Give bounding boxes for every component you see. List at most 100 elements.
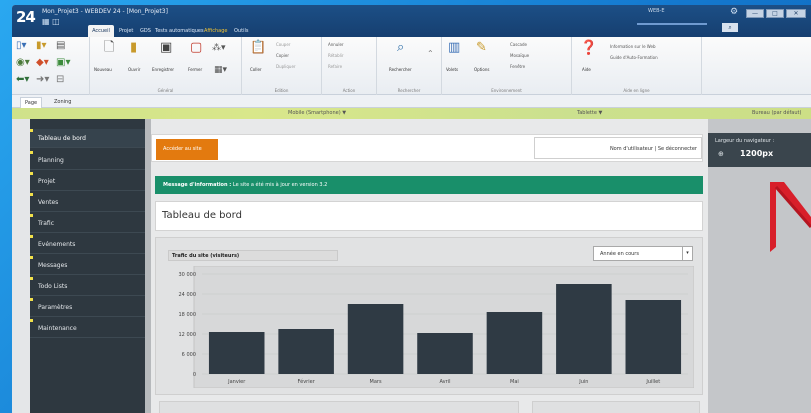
sidebar-item-parametres[interactable]: Paramètres <box>30 298 145 317</box>
y-tick-label: 30 000 <box>179 272 197 278</box>
chevron-down-icon[interactable]: ▾ <box>682 247 692 260</box>
save-icon[interactable]: ▣ <box>160 41 172 55</box>
period-select[interactable]: Année en cours ▾ <box>593 246 693 261</box>
x-tick-label: Mars <box>370 379 382 385</box>
sidebar-item-evenements[interactable]: Evénements <box>30 235 145 254</box>
shapes-icon[interactable]: ⁂▾ <box>212 41 226 55</box>
aide-label[interactable]: Aide <box>582 67 591 72</box>
ribbon-group-label: Général <box>157 88 174 93</box>
tab-accueil[interactable]: Accueil <box>88 25 114 37</box>
ribbon-group-label: Aide en ligne <box>623 88 650 93</box>
open-icon[interactable]: ▮ <box>130 41 137 55</box>
panes-icon[interactable]: ▥ <box>448 41 460 55</box>
sidebar-item-planning[interactable]: Planning <box>30 151 145 170</box>
y-tick-label: 18 000 <box>179 312 197 318</box>
content-margin <box>145 119 151 413</box>
ouvrir-label[interactable]: Ouvrir <box>128 67 140 72</box>
open-folder-icon[interactable]: ▮▾ <box>36 39 47 53</box>
page-title: Tableau de bord <box>155 201 703 231</box>
tab-gds[interactable]: GDS <box>140 25 151 37</box>
cascade-label[interactable]: Cascade <box>510 42 527 47</box>
search-icon[interactable]: ⌕ <box>397 41 404 55</box>
tab-affichage[interactable]: Affichage <box>204 25 228 37</box>
tab-page[interactable]: Page <box>20 97 43 108</box>
fenetre-label[interactable]: Fenêtre <box>510 64 525 69</box>
enregistrer-label[interactable]: Enregistrer <box>152 67 174 72</box>
chart-bar <box>486 312 543 374</box>
chevron-up-icon[interactable]: ⌃ <box>427 47 434 61</box>
volets-label[interactable]: Volets <box>446 67 458 72</box>
chart-bar <box>417 333 473 374</box>
sidebar-item-trafic[interactable]: Trafic <box>30 214 145 233</box>
browser-info-panel: Largeur du navigateur : ⊕ 1200px <box>708 119 811 413</box>
search-icon[interactable]: ⌕ <box>722 23 738 32</box>
coller-label[interactable]: Coller <box>250 67 262 72</box>
window-icon[interactable]: ▤ <box>56 39 65 53</box>
tree-icon[interactable]: ⊟ <box>56 73 64 87</box>
sidebar-item-projet[interactable]: Projet <box>30 172 145 191</box>
help-icon[interactable]: ❓ <box>580 41 597 55</box>
desktop-background: 24 Mon_Projet3 - WEBDEV 24 - [Mon_Projet… <box>0 0 811 413</box>
gear-icon[interactable]: ⚙ <box>730 7 738 17</box>
sidebar-item-messages[interactable]: Messages <box>30 256 145 275</box>
web-icon[interactable]: ◆▾ <box>36 56 49 70</box>
paste-icon[interactable]: 📋 <box>250 41 266 55</box>
annuler-label[interactable]: Annuler <box>328 42 344 47</box>
couper-label[interactable]: Couper <box>276 42 290 47</box>
tab-tests-automatiques[interactable]: Tests automatiques <box>155 25 204 37</box>
y-tick-label: 6 000 <box>182 352 196 358</box>
back-arrow-icon[interactable]: ⬅▾ <box>16 73 29 87</box>
dupliquer-label[interactable]: Dupliquer <box>276 64 296 69</box>
ribbon-group-action: Annuler Rétablir Refaire Action <box>322 37 377 95</box>
mosaique-label[interactable]: Mosaïque <box>510 53 529 58</box>
rechercher-label[interactable]: Rechercher <box>389 67 412 72</box>
tab-outils[interactable]: Outils <box>234 25 248 37</box>
maximize-button[interactable]: □ <box>766 9 784 18</box>
new-document-icon[interactable]: 🗋 <box>104 41 114 55</box>
new-file-icon[interactable]: ▯▾ <box>16 39 27 53</box>
title-bar: 24 Mon_Projet3 - WEBDEV 24 - [Mon_Projet… <box>12 5 811 37</box>
fermer-label[interactable]: Fermer <box>188 67 202 72</box>
nouveau-label[interactable]: Nouveau <box>94 67 112 72</box>
forward-arrow-icon[interactable]: ➜▾ <box>36 73 49 87</box>
title-divider <box>637 23 707 25</box>
quick-access-icons[interactable]: ▦ ◫ <box>42 17 60 26</box>
sidebar-item-todo-lists[interactable]: Todo Lists <box>30 277 145 296</box>
editor-gutter <box>12 119 30 413</box>
ribbon-group-environnement: ▥ Volets ✎ Options Cascade Mosaïque Fenê… <box>442 37 572 95</box>
close-button[interactable]: ✕ <box>786 9 806 18</box>
copier-label[interactable]: Copier <box>276 53 289 58</box>
sidebar-item-tableau-de-bord[interactable]: Tableau de bord <box>30 129 145 148</box>
chart-bar <box>278 329 334 374</box>
resize-icon[interactable]: ⊕ <box>718 150 724 158</box>
green-box-icon[interactable]: ▣▾ <box>56 56 70 70</box>
x-tick-label: Juin <box>578 379 588 385</box>
tab-zoning[interactable]: Zoning <box>50 97 75 108</box>
sidebar-item-ventes[interactable]: Ventes <box>30 193 145 212</box>
minimize-button[interactable]: — <box>746 9 764 18</box>
x-tick-label: Avril <box>440 379 451 385</box>
globe-icon[interactable]: ◉▾ <box>16 56 30 70</box>
webdev-window: 24 Mon_Projet3 - WEBDEV 24 - [Mon_Projet… <box>12 5 811 413</box>
sidebar-item-maintenance[interactable]: Maintenance <box>30 319 145 338</box>
browser-width-value: 1200px <box>740 149 774 158</box>
chart-bar <box>208 332 265 374</box>
user-links[interactable]: Nom d'utilisateur | Se déconnecter <box>534 137 702 159</box>
info-web-label[interactable]: Information sur le Web <box>610 44 656 49</box>
visit-site-button[interactable]: Accéder au site <box>156 139 218 160</box>
options-label[interactable]: Options <box>474 67 489 72</box>
list-icon[interactable]: ▦▾ <box>214 63 227 77</box>
breakpoint-desktop[interactable]: Bureau (par défaut) <box>752 110 801 116</box>
close-doc-icon[interactable]: ▢ <box>190 41 202 55</box>
breakpoint-mobile[interactable]: Mobile (Smartphone) ▼ <box>288 110 346 116</box>
retablir-label[interactable]: Rétablir <box>328 53 344 58</box>
breakpoint-tablet[interactable]: Tablette ▼ <box>577 110 602 116</box>
page-tabs: Page Zoning <box>12 95 811 108</box>
ribbon: ▯▾ ▮▾ ▤ ◉▾ ◆▾ ▣▾ ⬅▾ ➜▾ ⊟ 🗋 Nouveau ▮ Ouv… <box>12 37 811 95</box>
tab-projet[interactable]: Projet <box>119 25 133 37</box>
ribbon-group-aide: ❓ Aide Information sur le Web Guide d'Au… <box>572 37 702 95</box>
guide-label[interactable]: Guide d'Auto-Formation <box>610 55 658 60</box>
info-message: Le site a été mis à jour en version 3.2 <box>232 182 328 188</box>
options-icon[interactable]: ✎ <box>476 41 487 55</box>
refaire-label[interactable]: Refaire <box>328 64 342 69</box>
